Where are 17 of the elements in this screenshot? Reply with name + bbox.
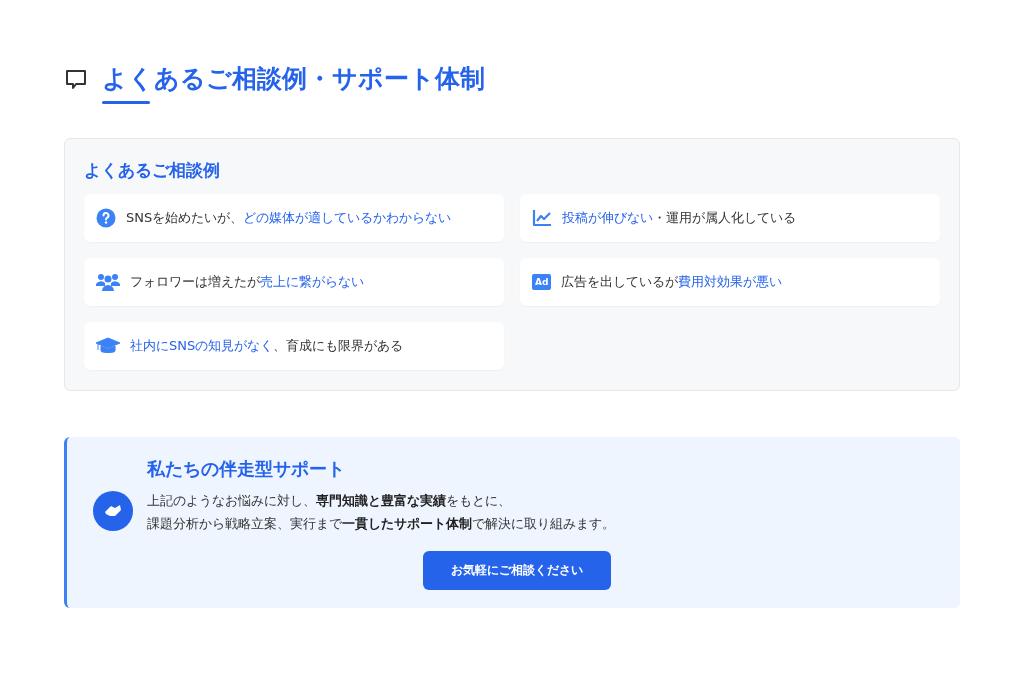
case-text: 投稿が伸びない・運用が属人化している [562,209,796,227]
support-title: 私たちの伴走型サポート [147,457,346,481]
ad-icon: Ad [532,274,552,290]
support-text: 上記のようなお悩みに対し、専門知識と豊富な実績をもとに、 [147,492,512,510]
case-text: 広告を出しているが費用対効果が悪い [561,273,783,291]
users-icon [96,273,120,291]
section-title: よくあるご相談例 [84,159,221,182]
case-text: SNSを始めたいが、どの媒体が適しているかわからない [126,209,452,227]
question-icon [96,208,116,228]
graduation-cap-icon [96,337,120,355]
support-text: 課題分析から戦略立案、実行まで一貫したサポート体制で解決に取り組みます。 [147,515,615,533]
page-title: よくあるご相談例・サポート体制 [102,63,485,95]
case-text: フォロワーは増えたが売上に繋がらない [130,273,364,291]
case-text: 社内にSNSの知見がなく、育成にも限界がある [130,337,404,355]
line-chart-icon [532,209,552,227]
consult-button[interactable]: お気軽にご相談ください [423,551,611,590]
speech-bubble-icon [64,68,88,92]
